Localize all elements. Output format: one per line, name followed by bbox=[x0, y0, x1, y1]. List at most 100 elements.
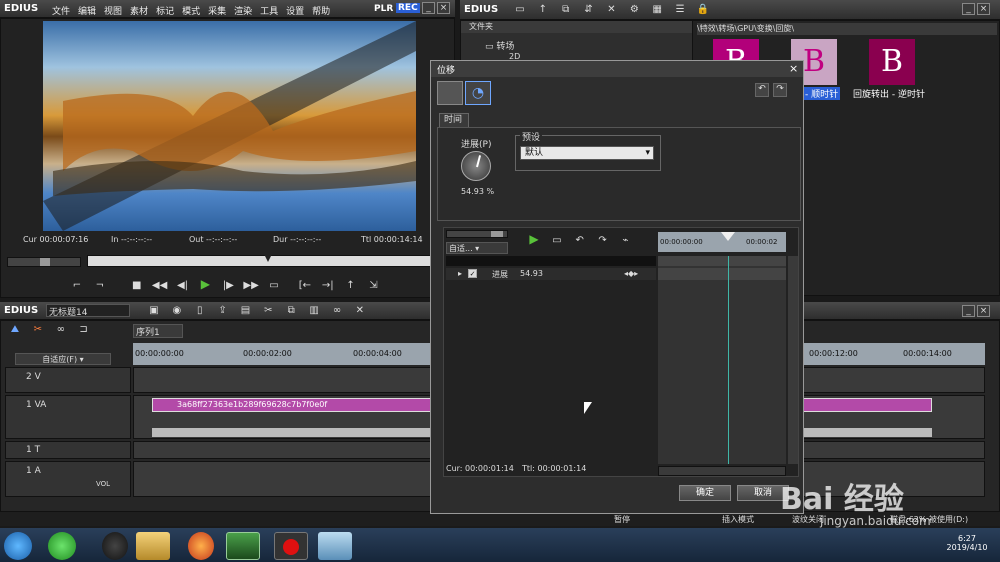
stop-icon[interactable]: ■ bbox=[129, 279, 145, 293]
param-checkbox[interactable]: ✓ bbox=[468, 269, 477, 278]
tray-clock[interactable]: 6:27 2019/4/10 bbox=[936, 534, 998, 552]
effect-gauge-icon[interactable]: ◔ bbox=[465, 81, 491, 105]
paste-icon[interactable]: ▥ bbox=[306, 304, 322, 318]
track-header-1t[interactable]: 1 T bbox=[5, 441, 131, 459]
kf-param-row[interactable]: ▸ ✓ 进展 54.93 ◂◆▸ bbox=[446, 268, 656, 280]
lock-icon[interactable]: 🔒 bbox=[695, 3, 711, 17]
menu-item[interactable]: 编辑 bbox=[78, 7, 96, 17]
step-forward-icon[interactable]: |▶ bbox=[220, 279, 236, 293]
browser-360-icon[interactable] bbox=[48, 532, 76, 560]
qq-icon[interactable] bbox=[102, 532, 128, 560]
keyframe-zoom-slider[interactable] bbox=[446, 230, 508, 238]
menu-item[interactable]: 渲染 bbox=[234, 7, 252, 17]
firefox-icon[interactable] bbox=[188, 532, 214, 560]
effect-type-icon[interactable] bbox=[437, 81, 463, 105]
position-slider-handle[interactable] bbox=[264, 254, 272, 262]
close-icon[interactable]: × bbox=[437, 2, 450, 14]
start-button[interactable] bbox=[4, 532, 32, 560]
bin-close-icon[interactable]: × bbox=[977, 3, 990, 15]
insert-icon[interactable]: [← bbox=[297, 279, 313, 293]
effect-thumb-3[interactable]: B bbox=[869, 39, 915, 85]
menu-item[interactable]: 帮助 bbox=[312, 7, 330, 17]
step-back-icon[interactable]: ◀| bbox=[175, 279, 191, 293]
kf-hscroll[interactable] bbox=[658, 466, 786, 476]
set-out-icon[interactable]: ¬ bbox=[92, 279, 108, 293]
edius-taskbar-icon[interactable] bbox=[226, 532, 260, 560]
sync-icon[interactable]: ∞ bbox=[53, 323, 69, 337]
razor-icon[interactable]: ✂ bbox=[30, 323, 46, 337]
timeline-minimize-icon[interactable]: _ bbox=[962, 305, 975, 317]
preset-dropdown[interactable]: 默认 ▾ bbox=[520, 146, 654, 160]
open-icon[interactable]: ⇪ bbox=[215, 304, 231, 318]
menu-item[interactable]: 设置 bbox=[286, 7, 304, 17]
loop-icon[interactable]: ▭ bbox=[266, 279, 282, 293]
minimize-icon[interactable]: _ bbox=[422, 2, 435, 14]
mode-icon[interactable]: ⛰ bbox=[7, 323, 23, 337]
menu-item[interactable]: 标记 bbox=[156, 7, 174, 17]
menu-item[interactable]: 采集 bbox=[208, 7, 226, 17]
cut-icon[interactable]: ✂ bbox=[260, 304, 276, 318]
bin-minimize-icon[interactable]: _ bbox=[962, 3, 975, 15]
kf-vscroll[interactable] bbox=[788, 256, 798, 464]
track-header-1a[interactable]: 1 A VOL bbox=[5, 461, 131, 497]
new-sequence-icon[interactable]: ▣ bbox=[146, 304, 162, 318]
delete-clip-icon[interactable]: ✕ bbox=[352, 304, 368, 318]
progress-knob[interactable] bbox=[461, 151, 491, 181]
delete-icon[interactable]: ✕ bbox=[604, 3, 620, 17]
replace-icon[interactable]: ↑ bbox=[343, 279, 359, 293]
view-icon[interactable]: ▦ bbox=[649, 3, 665, 17]
undo-icon[interactable]: ↶ bbox=[755, 83, 769, 97]
fit-dropdown[interactable]: 自适应(F) ▾ bbox=[15, 353, 111, 365]
export-icon[interactable]: ⇲ bbox=[366, 279, 382, 293]
position-slider[interactable] bbox=[87, 254, 451, 267]
copy-icon[interactable]: ⧉ bbox=[558, 3, 574, 17]
param-value[interactable]: 54.93 bbox=[520, 269, 543, 278]
track-header-2v[interactable]: 2 V bbox=[5, 367, 131, 393]
overwrite-icon[interactable]: →| bbox=[320, 279, 336, 293]
up-folder-icon[interactable]: ↑ bbox=[535, 3, 551, 17]
file-explorer-icon[interactable] bbox=[136, 532, 170, 560]
menu-item[interactable]: 素材 bbox=[130, 7, 148, 17]
shuttle-slider[interactable] bbox=[7, 257, 81, 267]
menu-item[interactable]: 模式 bbox=[182, 7, 200, 17]
link-icon[interactable]: ∞ bbox=[329, 304, 345, 318]
fast-forward-icon[interactable]: ▶▶ bbox=[243, 279, 259, 293]
play-icon[interactable]: ▶ bbox=[197, 277, 213, 291]
redo-icon[interactable]: ↷ bbox=[773, 83, 787, 97]
list-icon[interactable]: ☰ bbox=[672, 3, 688, 17]
record-icon[interactable] bbox=[274, 532, 308, 560]
kf-fit-dropdown[interactable]: 自适... ▾ bbox=[446, 242, 508, 254]
menu-item[interactable]: 工具 bbox=[260, 7, 278, 17]
kf-play-icon[interactable]: ▶ bbox=[526, 232, 542, 246]
camera-icon[interactable]: ◉ bbox=[169, 304, 185, 318]
tab-time[interactable]: 时间 bbox=[439, 113, 469, 127]
kf-track-area[interactable] bbox=[658, 256, 786, 464]
properties-icon[interactable]: ⚙ bbox=[626, 3, 642, 17]
kf-ruler[interactable]: 00:00:00:00 00:00:02 bbox=[658, 232, 786, 252]
rewind-icon[interactable]: ◀◀ bbox=[152, 279, 168, 293]
menu-item[interactable]: 文件 bbox=[52, 7, 70, 17]
tree-item-transitions[interactable]: ▭ 转场 bbox=[461, 39, 692, 52]
save-icon[interactable]: ▤ bbox=[238, 304, 254, 318]
track-header-1va[interactable]: 1 VA bbox=[5, 395, 131, 439]
copy-clip-icon[interactable]: ⧉ bbox=[283, 304, 299, 318]
folder-icon[interactable]: ▭ bbox=[512, 3, 528, 17]
kf-nav-icons[interactable]: ◂◆▸ bbox=[624, 269, 638, 278]
insert-effect-icon[interactable]: ⇵ bbox=[581, 3, 597, 17]
dialog-close-icon[interactable]: × bbox=[789, 62, 798, 75]
sequence-tab[interactable]: 序列1 bbox=[133, 324, 183, 338]
menu-item[interactable]: 视图 bbox=[104, 7, 122, 17]
kf-loop-icon[interactable]: ▭ bbox=[549, 234, 565, 248]
timeline-close-icon[interactable]: × bbox=[977, 305, 990, 317]
set-in-icon[interactable]: ⌐ bbox=[69, 279, 85, 293]
kf-redo-icon[interactable]: ↷ bbox=[595, 234, 611, 248]
app-icon[interactable] bbox=[318, 532, 352, 560]
kf-undo-icon[interactable]: ↶ bbox=[572, 234, 588, 248]
plr-label[interactable]: PLR bbox=[374, 4, 393, 14]
new-file-icon[interactable]: ▯ bbox=[192, 304, 208, 318]
kf-playhead[interactable] bbox=[721, 232, 735, 241]
expand-icon[interactable]: ▸ bbox=[458, 269, 462, 278]
rec-label[interactable]: REC bbox=[396, 3, 420, 13]
ok-button[interactable]: 确定 bbox=[679, 485, 731, 501]
kf-graph-icon[interactable]: ⌁ bbox=[618, 234, 634, 248]
